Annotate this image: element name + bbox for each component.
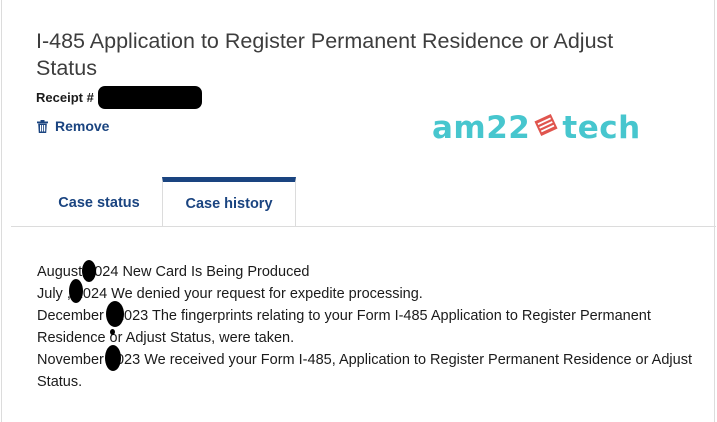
tab-case-status[interactable]: Case status	[36, 178, 162, 227]
tab-case-history[interactable]: Case history	[162, 177, 296, 226]
remove-label: Remove	[55, 118, 110, 134]
case-card: I-485 Application to Register Permanent …	[1, 0, 716, 422]
history-item: November 2023 We received your Form I-48…	[37, 352, 692, 390]
receipt-label: Receipt #	[36, 90, 94, 105]
logo-text-left: am22	[432, 110, 531, 146]
book-icon	[533, 110, 559, 146]
date-redaction	[110, 329, 115, 335]
trash-icon	[37, 119, 48, 133]
date-redaction	[105, 345, 121, 371]
am22tech-logo: am22 tech	[432, 108, 641, 148]
page-title: I-485 Application to Register Permanent …	[36, 29, 614, 80]
tabs-divider	[11, 226, 716, 227]
logo-text-right: tech	[562, 110, 641, 146]
history-item: August 2024 New Card Is Being Produced	[37, 264, 310, 280]
date-redaction	[82, 260, 96, 282]
date-redaction	[69, 279, 83, 303]
case-history-list: August 2024 New Card Is Being Produced J…	[37, 261, 697, 393]
history-item: December , 2023 The fingerprints relatin…	[37, 308, 651, 346]
receipt-redaction	[98, 86, 202, 109]
remove-button[interactable]: Remove	[37, 118, 109, 134]
date-redaction	[106, 301, 124, 327]
history-item: July , 2024 We denied your request for e…	[37, 286, 423, 302]
